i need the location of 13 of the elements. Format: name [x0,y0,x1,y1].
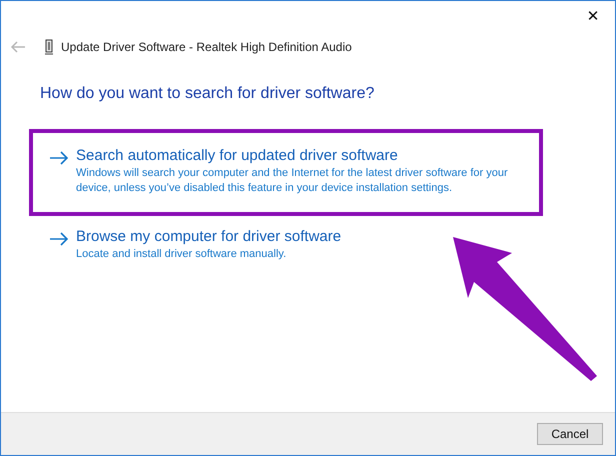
option-link[interactable]: Browse my computer for driver software Locate and install driver software manually. [29,210,543,282]
option-description: Locate and install driver software manually. [76,247,288,262]
option-title: Browse my computer for driver software [76,228,342,245]
speaker-device-icon [44,39,54,55]
arrow-icon [49,151,69,165]
window-title: Update Driver Software - Realtek High Definition Audio [61,40,352,54]
close-button[interactable]: ✕ [571,1,615,31]
page-heading: How do you want to search for driver software? [40,85,376,103]
cancel-button[interactable]: Cancel [537,423,603,445]
option-title: Search automatically for updated driver software [76,147,399,164]
option-link[interactable] [29,129,543,216]
option-description: Windows will search your computer and the Internet for the latest driver software for your device, unless you’ve disabled this feature in your device installation settings. [76,166,509,196]
arrow-icon [49,232,69,246]
